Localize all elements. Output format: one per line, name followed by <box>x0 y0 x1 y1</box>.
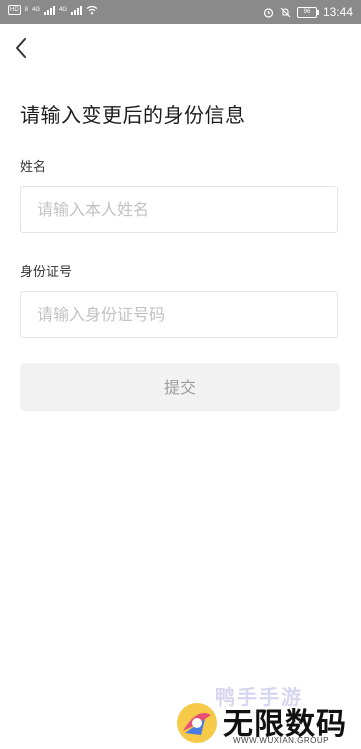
status-right: 96 13:44 <box>263 5 353 19</box>
id-number-input[interactable] <box>20 291 338 338</box>
watermark-logo-icon <box>177 703 217 743</box>
sim-indicator: 8 <box>24 7 29 13</box>
battery-level: 96 <box>303 8 311 15</box>
hd-badge: HD <box>8 5 21 15</box>
battery-icon: 96 <box>296 6 319 18</box>
id-number-label: 身份证号 <box>20 265 73 280</box>
status-bar: HD 8 4G 4G 96 13:44 <box>0 0 361 24</box>
nav-bar <box>0 24 361 72</box>
name-input[interactable] <box>20 186 338 233</box>
clock: 13:44 <box>322 5 353 19</box>
submit-button[interactable]: 提交 <box>20 363 340 411</box>
mute-bell-icon <box>280 7 291 17</box>
wifi-icon <box>86 5 98 15</box>
signal-icon-1 <box>44 5 56 15</box>
watermark: 鸭手手游 无限数码 WWW.WUXIAN.GROUP <box>175 681 355 747</box>
name-label: 姓名 <box>20 160 47 175</box>
status-left: HD 8 4G 4G <box>8 5 98 15</box>
network-type-2: 4G <box>59 7 68 13</box>
chevron-left-icon[interactable] <box>10 36 34 60</box>
watermark-sub-text: WWW.WUXIAN.GROUP <box>233 736 329 745</box>
network-type-1: 4G <box>32 7 41 13</box>
alarm-icon <box>263 7 274 18</box>
signal-icon-2 <box>71 5 83 15</box>
page-title: 请输入变更后的身份信息 <box>20 103 246 127</box>
